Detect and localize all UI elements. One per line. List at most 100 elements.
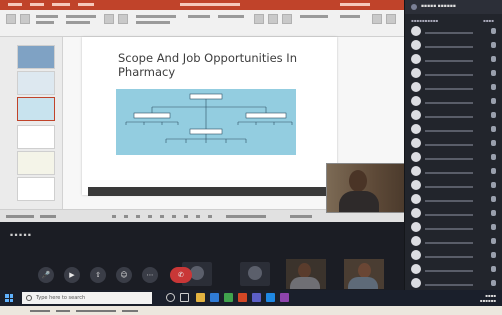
app-icon[interactable] xyxy=(266,293,275,302)
more-icon[interactable]: ⋯ xyxy=(142,267,158,283)
slide-thumbnail[interactable] xyxy=(17,71,55,95)
taskbar-search-box[interactable]: Type here to search xyxy=(22,292,152,304)
participant-row[interactable] xyxy=(405,123,502,136)
powerpoint-ribbon xyxy=(0,0,404,37)
system-tray-clock[interactable]: ▪▪▪▪ ▪▪▪▪▪▪ xyxy=(480,293,496,303)
participant-row[interactable] xyxy=(405,165,502,178)
windows-start-icon[interactable] xyxy=(5,294,13,302)
slide-thumbnail[interactable] xyxy=(17,151,55,175)
avatar xyxy=(248,266,262,280)
mic-icon xyxy=(491,182,496,188)
search-icon xyxy=(26,295,32,301)
taskbar-search-placeholder: Type here to search xyxy=(36,295,86,301)
mic-icon xyxy=(491,140,496,146)
participant-row[interactable] xyxy=(405,235,502,248)
mic-icon xyxy=(491,84,496,90)
app-icon[interactable] xyxy=(224,293,233,302)
meeting-label: ▪ ▪ ▪ ▪ ▪ xyxy=(10,233,31,238)
mic-icon xyxy=(491,56,496,62)
slide-thumbnail-pane xyxy=(0,37,63,209)
participant-video[interactable] xyxy=(344,259,384,289)
slide-caption-bar xyxy=(88,187,328,196)
participant-row[interactable] xyxy=(405,25,502,38)
browser-icon[interactable] xyxy=(210,293,219,302)
mic-icon xyxy=(491,98,496,104)
video-icon[interactable]: ▶ xyxy=(64,267,80,283)
avatar xyxy=(411,4,417,10)
avatar xyxy=(411,54,421,64)
mic-icon xyxy=(491,252,496,258)
file-explorer-icon[interactable] xyxy=(196,293,205,302)
hang-up-icon[interactable]: ✆ xyxy=(170,267,192,283)
participant-row[interactable] xyxy=(405,81,502,94)
participant-row[interactable] xyxy=(405,277,502,290)
participant-row[interactable] xyxy=(405,109,502,122)
participant-row[interactable] xyxy=(405,39,502,52)
participant-row[interactable] xyxy=(405,151,502,164)
mic-icon xyxy=(491,28,496,34)
participant-row[interactable] xyxy=(405,221,502,234)
participant-row[interactable] xyxy=(405,249,502,262)
share-screen-icon[interactable]: ⇧ xyxy=(90,267,106,283)
mic-icon xyxy=(491,42,496,48)
participant-video[interactable] xyxy=(286,259,326,289)
cortana-icon[interactable] xyxy=(166,293,175,302)
mic-icon xyxy=(491,126,496,132)
participant-tile[interactable] xyxy=(240,262,270,286)
participant-row[interactable] xyxy=(405,207,502,220)
screenshot: Scope And Job Opportunities In Pharmacy xyxy=(0,0,502,306)
avatar xyxy=(411,208,421,218)
teams-icon[interactable] xyxy=(252,293,261,302)
avatar xyxy=(411,68,421,78)
avatar xyxy=(411,110,421,120)
org-chart-lines xyxy=(125,93,293,143)
presenter-body xyxy=(339,191,379,212)
mic-icon[interactable]: 🎤 xyxy=(38,267,54,283)
ribbon-tab-bar[interactable] xyxy=(0,0,404,10)
avatar xyxy=(411,40,421,50)
avatar xyxy=(411,82,421,92)
photo-caption-strip xyxy=(0,306,502,315)
participant-row[interactable] xyxy=(405,67,502,80)
task-view-icon[interactable] xyxy=(180,293,189,302)
mute-all-link[interactable]: ▪▪▪▪ xyxy=(483,18,494,23)
avatar xyxy=(411,194,421,204)
mic-icon xyxy=(491,210,496,216)
presenter-video xyxy=(326,163,404,213)
participant-row[interactable] xyxy=(405,179,502,192)
app-icon[interactable] xyxy=(280,293,289,302)
participant-row[interactable] xyxy=(405,263,502,276)
slide-thumbnail[interactable] xyxy=(17,97,55,121)
participants-panel: ▪▪▪▪▪ ▪▪▪▪▪▪ ▪▪▪▪▪▪▪▪▪▪ ▪▪▪▪ xyxy=(404,0,502,290)
avatar xyxy=(411,124,421,134)
participant-row[interactable] xyxy=(405,193,502,206)
mic-icon xyxy=(491,280,496,286)
avatar xyxy=(411,278,421,288)
slide-thumbnail[interactable] xyxy=(17,45,55,69)
mic-icon xyxy=(491,70,496,76)
mic-icon xyxy=(491,196,496,202)
mic-icon xyxy=(491,112,496,118)
avatar xyxy=(411,264,421,274)
org-chart-diagram xyxy=(116,89,296,155)
avatar xyxy=(411,180,421,190)
avatar xyxy=(411,26,421,36)
mic-icon xyxy=(491,168,496,174)
windows-taskbar: Type here to search ▪▪▪▪ ▪▪▪▪▪▪ xyxy=(0,290,502,306)
slide-thumbnail[interactable] xyxy=(17,177,55,201)
emoji-icon[interactable]: ☺ xyxy=(116,267,132,283)
participant-row[interactable] xyxy=(405,53,502,66)
avatar xyxy=(411,236,421,246)
mic-icon xyxy=(491,266,496,272)
participant-row[interactable] xyxy=(405,95,502,108)
avatar xyxy=(190,266,204,280)
participant-row[interactable] xyxy=(405,137,502,150)
slide-canvas[interactable]: Scope And Job Opportunities In Pharmacy xyxy=(82,37,337,195)
participants-count-label: ▪▪▪▪▪▪▪▪▪▪ xyxy=(411,18,439,23)
slide-thumbnail[interactable] xyxy=(17,125,55,149)
mic-icon xyxy=(491,154,496,160)
powerpoint-icon[interactable] xyxy=(238,293,247,302)
presenter-head xyxy=(349,170,367,192)
avatar xyxy=(411,250,421,260)
slide-title: Scope And Job Opportunities In Pharmacy xyxy=(118,51,297,79)
